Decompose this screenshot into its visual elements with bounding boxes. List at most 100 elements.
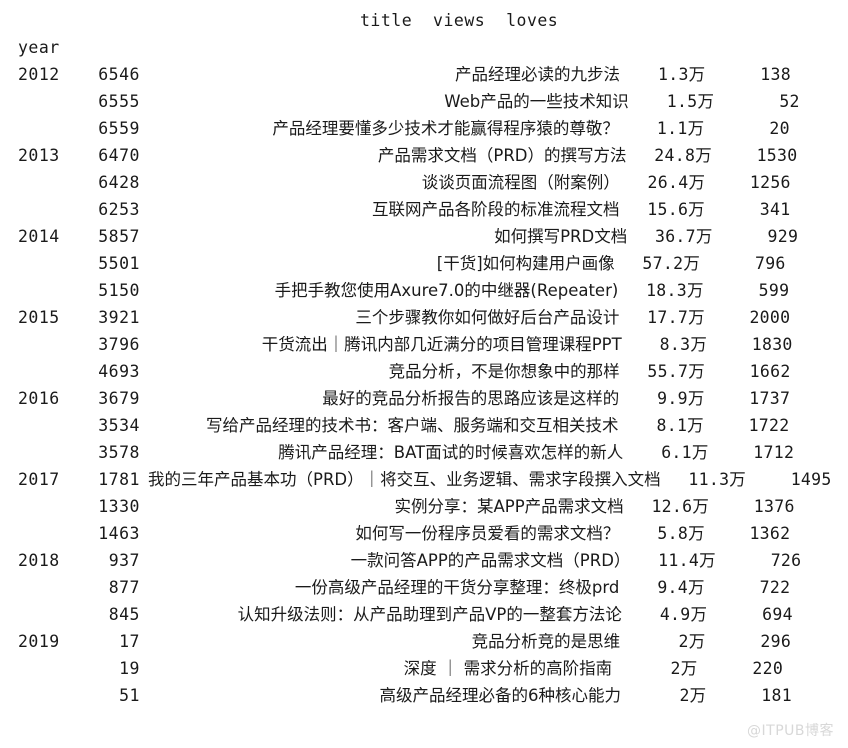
cell-views: 12.6万: [651, 497, 710, 516]
cell-views: 5.8万: [657, 524, 705, 543]
cell-loves: 138: [760, 65, 791, 84]
cell-id: 877: [108, 578, 140, 597]
cell-title: 高级产品经理必备的6种核心能力: [379, 686, 622, 705]
cell-title: 竞品分析竞的是思维: [471, 632, 621, 651]
cell-title: 写给产品经理的技术书：客户端、服务端和交互相关技术: [206, 416, 619, 435]
cell-views: 18.3万: [646, 281, 704, 300]
cell-title: 腾讯产品经理：BAT面试的时候喜欢怎样的新人: [278, 443, 624, 462]
cell-loves: 341: [759, 200, 791, 219]
cell-loves: 1376: [753, 497, 795, 516]
cell-loves: 2000: [749, 308, 791, 327]
cell-views: 4.9万: [659, 605, 708, 624]
index-name-year: year: [18, 38, 60, 57]
cell-title: 谈谈页面流程图（附案例）: [421, 173, 620, 192]
cell-loves: 20: [769, 119, 790, 138]
cell-views: 11.4万: [658, 551, 716, 570]
cell-id: 1781: [98, 470, 140, 489]
dataframe-output: title views loves title views loves year…: [0, 0, 848, 748]
cell-title: 一份高级产品经理的干货分享整理：终极prd: [294, 578, 620, 597]
cell-id: 3578: [98, 443, 140, 462]
cell-title: Web产品的一些技术知识: [444, 92, 629, 111]
cell-id: 5150: [98, 281, 140, 300]
cell-id: 3796: [98, 335, 140, 354]
cell-group: 实例分享：某APP产品需求文档 12.6万 1376: [395, 493, 795, 520]
cell-title: 认知升级法则：从产品助理到产品VP的一整套方法论: [237, 605, 622, 624]
cell-loves: 181: [761, 686, 792, 705]
cell-views: 6.1万: [661, 443, 709, 462]
cell-id: 1463: [98, 524, 140, 543]
cell-title: 一款问答APP的产品需求文档（PRD）: [350, 551, 631, 570]
cell-views: 9.9万: [657, 389, 705, 408]
cell-loves: 694: [762, 605, 793, 624]
cell-group: 手把手教您使用Axure7.0的中继器(Repeater) 18.3万 599: [275, 277, 790, 304]
cell-group: 谈谈页面流程图（附案例） 26.4万 1256: [422, 169, 791, 196]
cell-views: 17.7万: [647, 308, 705, 327]
cell-id: 51: [119, 686, 140, 705]
cell-loves: 722: [759, 578, 791, 597]
cell-group: Web产品的一些技术知识 1.5万 52: [444, 88, 799, 115]
cell-views: 1.3万: [657, 65, 706, 84]
cell-title: 我的三年产品基本功（PRD）｜将交互、业务逻辑、需求字段撰入文档: [148, 470, 661, 489]
cell-views: 9.4万: [657, 578, 705, 597]
cell-views: 2万: [670, 659, 698, 678]
cell-group: 深度 ｜ 需求分析的高阶指南 2万 220: [404, 655, 784, 682]
cell-id: 3679: [98, 389, 140, 408]
cell-title: 如何写一份程序员爱看的需求文档？: [355, 524, 620, 543]
cell-id: 5857: [98, 227, 140, 246]
cell-views: 1.5万: [666, 92, 715, 111]
cell-views: 55.7万: [647, 362, 706, 381]
cell-group: 产品需求文档（PRD）的撰写方法 24.8万 1530: [378, 142, 798, 169]
cell-id: 6428: [98, 173, 140, 192]
cell-views: 11.3万: [688, 470, 747, 489]
cell-title: 产品经理要懂多少技术才能赢得程序猿的尊敬？: [272, 119, 619, 138]
cell-title: 三个步骤教你如何做好后台产品设计: [355, 308, 620, 327]
cell-loves: 796: [754, 254, 786, 273]
cell-loves: 1530: [756, 146, 798, 165]
cell-loves: 929: [767, 227, 799, 246]
cell-id: 4693: [98, 362, 140, 381]
cell-views: 2万: [678, 632, 706, 651]
cell-views: 8.1万: [656, 416, 704, 435]
cell-group: 如何写一份程序员爱看的需求文档？ 5.8万 1362: [355, 520, 790, 547]
cell-loves: 599: [758, 281, 790, 300]
cell-title: 产品经理必读的九步法: [455, 65, 620, 84]
cell-loves: 1495: [790, 470, 832, 489]
cell-id: 5501: [98, 254, 140, 273]
cell-views: 24.8万: [654, 146, 713, 165]
cell-id: 3921: [98, 308, 140, 327]
cell-group: 如何撰写PRD文档 36.7万 929: [494, 223, 798, 250]
cell-views: 36.7万: [654, 227, 713, 246]
cell-title: [干货]如何构建用户画像: [436, 254, 615, 273]
cell-loves: 52: [779, 92, 800, 111]
cell-title: 手把手教您使用Axure7.0的中继器(Repeater): [274, 281, 619, 300]
cell-id: 6559: [98, 119, 140, 138]
cell-group: 产品经理必读的九步法 1.3万 138: [455, 61, 791, 88]
cell-id: 1330: [98, 497, 140, 516]
cell-title: 产品需求文档（PRD）的撰写方法: [377, 146, 627, 165]
cell-loves: 296: [760, 632, 792, 651]
cell-group: 互联网产品各阶段的标准流程文档 15.6万 341: [372, 196, 791, 223]
cell-views: 15.6万: [647, 200, 705, 219]
cell-title: 竞品分析，不是你想象中的那样: [388, 362, 620, 381]
cell-views: 57.2万: [642, 254, 701, 273]
cell-group: 腾讯产品经理：BAT面试的时候喜欢怎样的新人 6.1万 1712: [278, 439, 794, 466]
cell-id: 19: [119, 659, 140, 678]
cell-title: 最好的竞品分析报告的思路应该是这样的: [322, 389, 620, 408]
cell-title: 如何撰写PRD文档: [494, 227, 628, 246]
cell-views: 2万: [679, 686, 707, 705]
cell-views: 8.3万: [659, 335, 708, 354]
clipped-top-row: title views loves: [0, 0, 848, 7]
cell-group: [干货]如何构建用户画像 57.2万 796: [437, 250, 786, 277]
cell-loves: 726: [770, 551, 802, 570]
cell-id: 17: [119, 632, 140, 651]
cell-group: 最好的竞品分析报告的思路应该是这样的 9.9万 1737: [322, 385, 790, 412]
cell-id: 6253: [98, 200, 140, 219]
cell-group: 产品经理要懂多少技术才能赢得程序猿的尊敬？ 1.1万 20: [272, 115, 790, 142]
column-header-row: title views loves: [360, 11, 559, 30]
cell-group: 我的三年产品基本功（PRD）｜将交互、业务逻辑、需求字段撰入文档 11.3万 149…: [148, 466, 832, 493]
cell-id: 845: [108, 605, 140, 624]
cell-title: 互联网产品各阶段的标准流程文档: [372, 200, 620, 219]
cell-id: 6546: [98, 65, 140, 84]
cell-group: 竞品分析竞的是思维 2万 296: [472, 628, 792, 655]
cell-group: 干货流出｜腾讯内部几近满分的项目管理课程PPT 8.3万 1830: [262, 331, 793, 358]
